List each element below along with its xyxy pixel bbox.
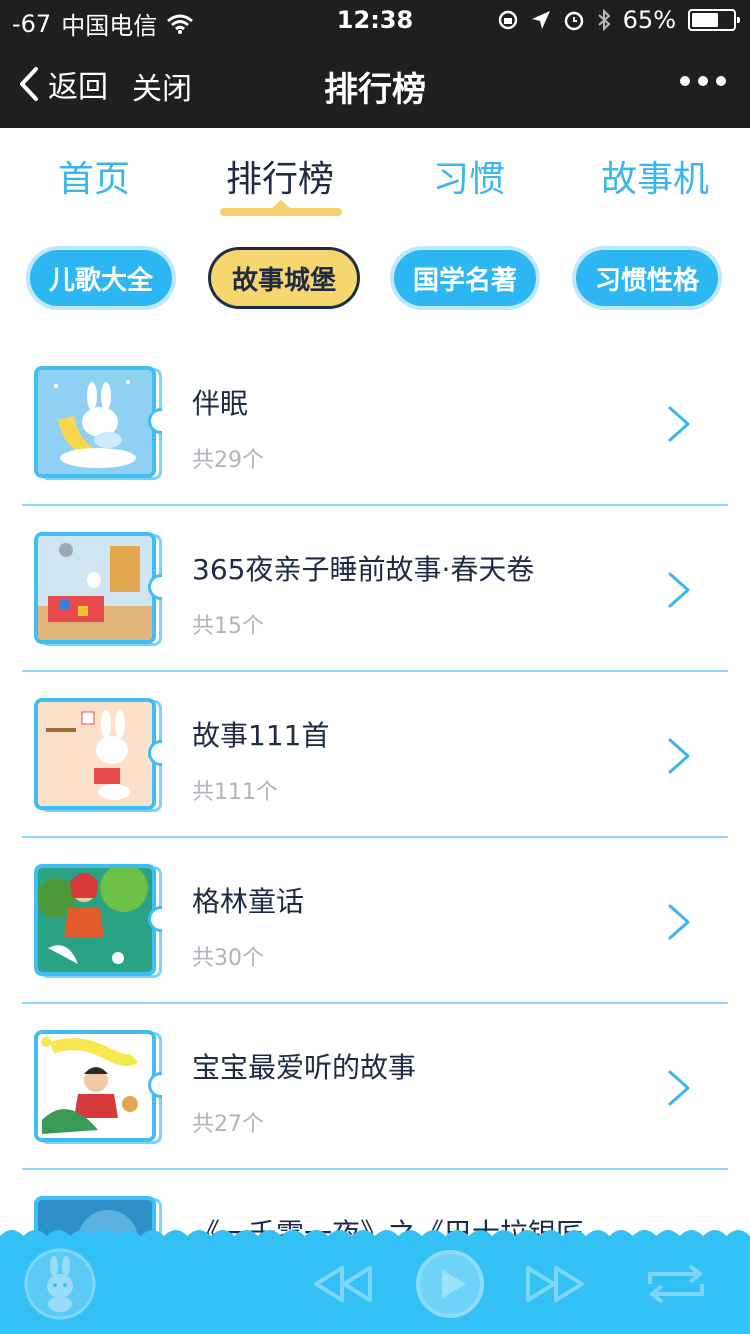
list-item[interactable]: 宝宝最爱听的故事 共27个 [22,1004,728,1170]
status-bar: -67 中国电信 12:38 65% [0,0,750,40]
alarm-icon [564,11,583,31]
location-icon [531,11,550,29]
item-title: 伴眠 [192,387,249,420]
album-cover [34,532,162,646]
kids-story-image [38,1034,152,1138]
tab-habits[interactable]: 习惯 [433,150,505,202]
category-filter: 儿歌大全 故事城堡 国学名著 习惯性格 [0,250,750,310]
album-cover [34,698,162,812]
chevron-right-icon [668,572,690,608]
tab-home[interactable]: 首页 [58,150,130,202]
category-nursery-rhymes[interactable]: 儿歌大全 [30,250,172,306]
list-item[interactable]: 故事111首 共111个 [22,672,728,838]
chevron-right-icon [668,406,690,442]
bedroom-image [38,536,152,640]
chevron-right-icon [668,738,690,774]
story-list: 伴眠 共29个 365夜亲子睡前故事·春天卷 共15个 故事111首 共111个… [22,340,728,1334]
album-cover [34,366,162,480]
chevron-right-icon [668,1070,690,1106]
fast-forward-icon[interactable] [524,1264,586,1304]
item-title: 故事111首 [192,719,330,752]
list-item[interactable]: 伴眠 共29个 [22,340,728,506]
battery-fill [692,13,718,27]
rotation-lock-icon [498,10,517,30]
active-tab-indicator [220,200,342,216]
item-count: 共29个 [192,448,264,473]
bluetooth-icon [597,9,611,31]
more-dots-icon[interactable] [680,76,726,86]
chevron-right-icon [668,904,690,940]
tab-ranking[interactable]: 排行榜 [226,150,334,202]
item-count: 共111个 [192,780,278,805]
item-count: 共15个 [192,614,264,639]
tab-bar: 首页 排行榜 习惯 故事机 [0,128,750,228]
battery-percent: 65% [622,6,676,34]
nav-bar: 返回 关闭 排行榜 [0,40,750,128]
list-item[interactable]: 365夜亲子睡前故事·春天卷 共15个 [22,506,728,672]
tab-story-machine[interactable]: 故事机 [601,150,709,202]
list-item[interactable]: 格林童话 共30个 [22,838,728,1004]
category-classics[interactable]: 国学名著 [394,250,536,306]
page-title: 排行榜 [324,70,426,110]
bunny-moon-image [38,370,152,474]
item-title: 宝宝最爱听的故事 [192,1051,417,1084]
item-count: 共27个 [192,1112,264,1137]
rewind-icon[interactable] [312,1264,374,1304]
item-title: 365夜亲子睡前故事·春天卷 [192,553,535,586]
album-cover [34,1030,162,1144]
play-icon[interactable] [414,1248,486,1320]
bunny-reading-image [38,702,152,806]
album-cover [34,864,162,978]
battery-icon [688,9,740,31]
item-title: 格林童话 [192,885,305,918]
category-story-castle[interactable]: 故事城堡 [211,250,357,306]
player-bar [0,1222,750,1334]
rabbit-avatar-icon[interactable] [24,1248,96,1320]
fairy-tale-image [38,868,152,972]
category-habits[interactable]: 习惯性格 [576,250,718,306]
item-count: 共30个 [192,946,264,971]
repeat-icon[interactable] [644,1262,708,1306]
